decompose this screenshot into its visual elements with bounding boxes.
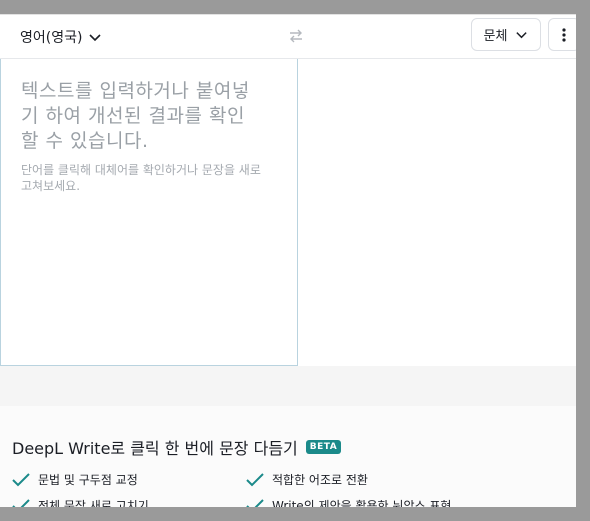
style-select[interactable]: 문체 bbox=[471, 18, 541, 51]
source-language-label: 영어(영국) bbox=[20, 30, 83, 46]
feature-item: 문법 및 구두점 교정 bbox=[12, 471, 138, 488]
promo-band bbox=[0, 366, 576, 406]
feature-item: 전체 문장 새로 고치기 bbox=[12, 497, 149, 507]
swap-icon[interactable] bbox=[288, 28, 304, 44]
source-language-select[interactable]: 영어(영국) bbox=[20, 25, 102, 49]
chevron-down-icon bbox=[89, 34, 102, 42]
style-label: 문체 bbox=[483, 29, 508, 44]
promo-section: DeepL Write로 클릭 한 번에 문장 다듬기 BETA 문법 및 구두… bbox=[0, 366, 576, 507]
text-input-area[interactable]: 텍스트를 입력하거나 붙여넣기 하여 개선된 결과를 확인할 수 있습니다. 단… bbox=[0, 59, 298, 366]
check-icon bbox=[12, 472, 30, 486]
feature-label: 문법 및 구두점 교정 bbox=[38, 473, 138, 487]
feature-label: 전체 문장 새로 고치기 bbox=[38, 499, 149, 507]
feature-item: Write의 제안을 활용한 뉘앙스 표현 bbox=[246, 497, 451, 507]
chevron-down-icon bbox=[516, 32, 528, 39]
check-icon bbox=[246, 498, 264, 507]
more-vertical-icon bbox=[562, 27, 566, 42]
feature-label: Write의 제안을 활용한 뉘앙스 표현 bbox=[272, 499, 452, 507]
check-icon bbox=[12, 498, 30, 507]
feature-label: 적합한 어조로 전환 bbox=[272, 473, 368, 487]
promo-title-text: DeepL Write로 클릭 한 번에 문장 다듬기 bbox=[12, 439, 298, 458]
placeholder-main: 텍스트를 입력하거나 붙여넣기 하여 개선된 결과를 확인할 수 있습니다. bbox=[21, 80, 250, 152]
result-pane bbox=[298, 59, 576, 366]
promo-title: DeepL Write로 클릭 한 번에 문장 다듬기 BETA bbox=[12, 435, 342, 459]
feature-item: 적합한 어조로 전환 bbox=[246, 471, 368, 488]
check-icon bbox=[246, 472, 264, 486]
deepl-write-app: 영어(영국) 문체 텍스트를 입력하거나 붙여넣기 하여 개선된 결과를 확인할… bbox=[0, 14, 576, 507]
beta-badge: BETA bbox=[305, 440, 342, 454]
more-options-button[interactable] bbox=[548, 18, 576, 51]
toolbar: 영어(영국) 문체 bbox=[0, 15, 576, 59]
placeholder-sub: 단어를 클릭해 대체어를 확인하거나 문장을 새로 고쳐보세요. bbox=[21, 163, 261, 193]
